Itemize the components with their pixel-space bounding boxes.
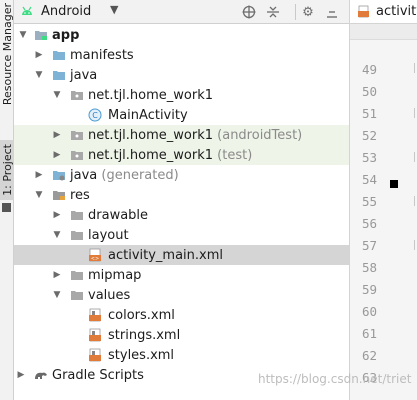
layout-xml-icon: <> (89, 248, 101, 262)
editor-area: activity_ 495051525354555657585960616263 (349, 0, 417, 400)
values-xml-icon (89, 328, 101, 342)
project-toolbar: Android ▼ ⚙ (14, 0, 349, 24)
tree-row-layout[interactable]: ▼ layout (14, 225, 349, 245)
indent-guide (414, 196, 415, 206)
collapsed-arrow-icon[interactable]: ▶ (52, 150, 62, 160)
toolbar-separator (295, 4, 296, 20)
tree-row-app[interactable]: ▼ app (14, 25, 349, 45)
watermark: https://blog.csdn.net/triet (258, 372, 412, 386)
line-number: 61 (362, 326, 378, 341)
line-number: 49 (362, 62, 378, 77)
tree-row-res[interactable]: ▼ res (14, 185, 349, 205)
folder-icon (71, 231, 83, 240)
svg-text:C: C (92, 111, 98, 120)
collapsed-arrow-icon[interactable]: ▶ (52, 130, 62, 140)
tree-row-mipmap[interactable]: ▶ mipmap (14, 265, 349, 285)
tree-row-java[interactable]: ▼ java (14, 65, 349, 85)
globe-icon[interactable] (240, 3, 258, 21)
gradle-icon (35, 372, 47, 379)
folder-icon (53, 51, 65, 60)
tree-row-strings[interactable]: strings.xml (14, 325, 349, 345)
line-number: 50 (362, 84, 378, 99)
line-number: 53 (362, 150, 378, 165)
breakpoint-marker[interactable] (390, 180, 398, 188)
values-xml-icon (89, 308, 101, 322)
generated-folder-icon (53, 171, 65, 181)
settings-icon[interactable]: ⚙ (299, 3, 317, 21)
line-number: 59 (362, 282, 378, 297)
line-number: 52 (362, 128, 378, 143)
svg-text:<>: <> (91, 256, 99, 262)
folder-icon (53, 71, 65, 80)
editor-tab-activity-main[interactable]: activity_ (350, 0, 417, 24)
line-number: 57 (362, 238, 378, 253)
expand-arrow-icon[interactable]: ▼ (52, 290, 62, 300)
values-xml-icon (89, 348, 101, 362)
folder-icon (71, 291, 83, 300)
line-number: 62 (362, 348, 378, 363)
indent-guide (414, 152, 415, 162)
project-panel: Android ▼ ⚙ ▼ app ▶ manifests ▼ java ▼ n… (14, 0, 349, 400)
editor-gutter-header (350, 24, 417, 40)
package-icon (71, 151, 83, 160)
line-number: 55 (362, 194, 378, 209)
tree-row-activity-main[interactable]: <> activity_main.xml (14, 245, 349, 265)
hide-icon[interactable] (323, 3, 341, 21)
layout-xml-icon (358, 5, 369, 18)
folder-icon (71, 271, 83, 280)
folder-icon (71, 211, 83, 220)
expand-arrow-icon[interactable]: ▼ (52, 230, 62, 240)
tree-row-package-androidtest[interactable]: ▶ net.tjl.home_work1 (androidTest) (14, 125, 349, 145)
collapsed-arrow-icon[interactable]: ▶ (34, 170, 44, 180)
module-folder-icon (35, 31, 47, 40)
collapsed-arrow-icon[interactable]: ▶ (52, 210, 62, 220)
project-tab-icon (2, 203, 11, 212)
package-icon (71, 131, 83, 140)
expand-arrow-icon[interactable]: ▼ (52, 90, 62, 100)
collapse-all-icon[interactable] (264, 3, 282, 21)
indent-guide (414, 63, 415, 73)
tree-row-package-test[interactable]: ▶ net.tjl.home_work1 (test) (14, 145, 349, 165)
class-icon: C (88, 108, 102, 122)
tree-row-java-generated[interactable]: ▶ java (generated) (14, 165, 349, 185)
indent-guide (414, 108, 415, 118)
collapsed-arrow-icon[interactable]: ▶ (52, 270, 62, 280)
tree-row-manifests[interactable]: ▶ manifests (14, 45, 349, 65)
tree-row-mainactivity[interactable]: C MainActivity (14, 105, 349, 125)
line-number: 54 (362, 172, 378, 187)
resource-manager-tab[interactable]: Resource Manager (0, 0, 14, 108)
view-selector[interactable]: Android (41, 4, 91, 19)
tree-row-styles[interactable]: styles.xml (14, 345, 349, 365)
line-number: 58 (362, 260, 378, 275)
collapsed-arrow-icon[interactable]: ▶ (16, 370, 26, 380)
res-folder-icon (53, 191, 65, 200)
tree-row-package[interactable]: ▼ net.tjl.home_work1 (14, 85, 349, 105)
indent-guide (414, 240, 415, 250)
chevron-down-icon[interactable]: ▼ (110, 3, 118, 16)
line-number: 60 (362, 304, 378, 319)
expand-arrow-icon[interactable]: ▼ (34, 70, 44, 80)
tree-row-colors[interactable]: colors.xml (14, 305, 349, 325)
tree-row-drawable[interactable]: ▶ drawable (14, 205, 349, 225)
android-icon (22, 6, 32, 15)
line-number: 56 (362, 216, 378, 231)
package-icon (71, 91, 83, 100)
tool-window-strip: Resource Manager 1: Project (0, 0, 14, 400)
tree-row-values[interactable]: ▼ values (14, 285, 349, 305)
expand-arrow-icon[interactable]: ▼ (34, 190, 44, 200)
collapsed-arrow-icon[interactable]: ▶ (34, 50, 44, 60)
project-tab[interactable]: 1: Project (0, 140, 14, 200)
expand-arrow-icon[interactable]: ▼ (18, 30, 28, 40)
line-number: 51 (362, 106, 378, 121)
